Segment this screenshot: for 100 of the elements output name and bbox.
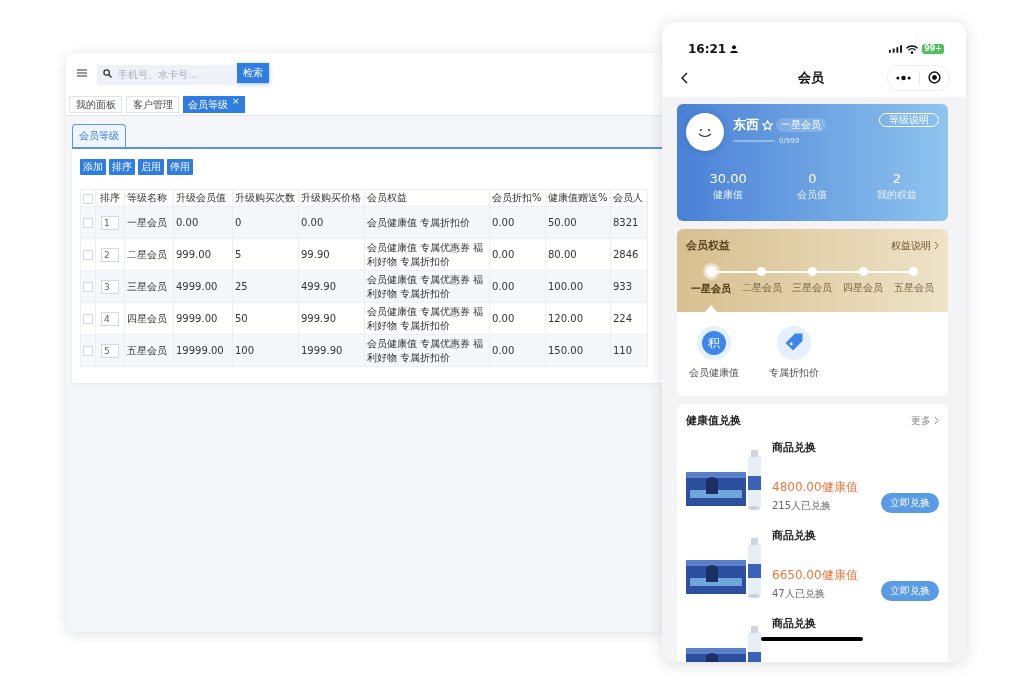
benefits-info-link[interactable]: 权益说明: [891, 238, 939, 253]
table-cell: 80.00: [545, 238, 611, 271]
chevron-icon: [934, 416, 939, 425]
column-header: 会员权益: [364, 189, 490, 207]
stat-label: 我的权益: [876, 188, 917, 202]
page-title: 会员: [796, 68, 825, 87]
section-title: 会员权益: [686, 238, 730, 253]
product-title: 商品兑换: [772, 440, 817, 455]
more-link[interactable]: 更多: [911, 413, 939, 428]
redeemed-count: 47人已兑换: [772, 587, 826, 601]
tab[interactable]: 客户管理: [126, 96, 179, 113]
table-cell: 499.90: [298, 270, 365, 303]
tab[interactable]: 会员等级 ×: [183, 96, 245, 113]
clock: 16:21: [688, 42, 727, 56]
checkbox[interactable]: [83, 314, 93, 324]
table-cell: 五星会员: [124, 334, 174, 367]
column-header: 会员折扣%: [489, 189, 546, 207]
target-icon[interactable]: [928, 71, 941, 84]
toolbar-button[interactable]: 停用: [167, 159, 193, 175]
table-cell: 50: [232, 302, 299, 335]
checkbox[interactable]: [83, 346, 93, 356]
table-cell: 224: [610, 302, 648, 335]
table-cell: 150.00: [545, 334, 611, 367]
table-cell: 1999.90: [298, 334, 365, 367]
table-cell: 100: [232, 334, 299, 367]
table-cell: 99.90: [298, 238, 365, 271]
order-field[interactable]: 5: [101, 343, 119, 358]
column-header: 排序: [95, 189, 125, 207]
level-step[interactable]: 五星会员: [893, 281, 934, 295]
table-cell: 0.00: [489, 270, 546, 303]
level-step[interactable]: 一星会员: [691, 282, 732, 296]
level-badge: 一星会员: [776, 118, 826, 132]
checkbox[interactable]: [83, 282, 93, 292]
more-icon[interactable]: [896, 74, 911, 81]
product-price: 4800.00健康值: [772, 479, 858, 496]
signal-icon: [889, 45, 903, 53]
stat-value: 30.00: [709, 171, 747, 186]
table-cell: 会员健康值 专属折扣价: [364, 206, 490, 239]
level-step[interactable]: 四星会员: [843, 281, 884, 295]
toolbar-button[interactable]: 排序: [109, 159, 135, 175]
tab[interactable]: 会员等级: [72, 124, 126, 147]
redeem-button[interactable]: 立即兑换: [881, 493, 939, 513]
product-title: 商品兑换: [772, 528, 817, 543]
table-cell: 0.00: [298, 206, 365, 239]
table-cell: 会员健康值 专属优惠券 福利好物 专属折扣价: [364, 238, 490, 271]
column-header: 升级购买价格: [298, 189, 365, 207]
chevron-icon: [934, 241, 939, 250]
battery-indicator: 99+: [922, 44, 944, 54]
column-header: 健康值赠送%: [545, 189, 611, 207]
table-cell: 会员健康值 专属优惠券 福利好物 专属折扣价: [364, 302, 490, 335]
table-cell: 2846: [610, 238, 648, 271]
checkbox[interactable]: [83, 250, 93, 260]
table-cell: 100.00: [545, 270, 611, 303]
person-icon: [730, 45, 739, 53]
table-cell: 会员健康值 专属优惠券 福利好物 专属折扣价: [364, 334, 490, 367]
tab[interactable]: 我的面板: [69, 96, 122, 113]
avatar-icon: [686, 113, 724, 151]
table-cell: 5: [232, 238, 299, 271]
table-cell: 9999.00: [173, 302, 233, 335]
table-cell: 四星会员: [124, 302, 174, 335]
checkbox[interactable]: [83, 193, 93, 204]
redeemed-count: 215人已兑换: [772, 499, 833, 513]
column-header: 升级购买次数: [232, 189, 299, 207]
toolbar-button[interactable]: 启用: [138, 159, 164, 175]
order-field[interactable]: 1: [101, 215, 119, 230]
member-name: 东西: [733, 116, 759, 134]
table-cell: 0.00: [489, 206, 546, 239]
table-cell: 25: [232, 270, 299, 303]
search-button[interactable]: 检索: [237, 63, 269, 83]
table-cell: 4999.00: [173, 270, 233, 303]
column-header: 会员人: [610, 189, 648, 207]
menu-icon[interactable]: [77, 69, 87, 77]
stat-value: 0: [808, 171, 817, 186]
stat-label: 健康值: [713, 188, 744, 202]
table-cell: 999.00: [173, 238, 233, 271]
checkbox[interactable]: [83, 218, 93, 228]
table-cell: 933: [610, 270, 648, 303]
table-cell: 50.00: [545, 206, 611, 239]
benefit-icon: 积: [697, 326, 731, 360]
table-cell: 0.00: [489, 302, 546, 335]
redeem-button[interactable]: 立即兑换: [881, 581, 939, 601]
star-icon: [762, 119, 773, 131]
search-field[interactable]: 手机号、水卡号...: [97, 64, 237, 85]
order-field[interactable]: 3: [101, 279, 119, 294]
back-icon[interactable]: [681, 71, 688, 84]
table-cell: 8321: [610, 206, 648, 239]
stat-value: 2: [892, 171, 901, 186]
table-cell: 110: [610, 334, 648, 367]
table-cell: 二星会员: [124, 238, 174, 271]
table-cell: 0.00: [173, 206, 233, 239]
order-field[interactable]: 2: [101, 247, 119, 262]
toolbar-button[interactable]: 添加: [80, 159, 106, 175]
table-cell: 120.00: [545, 302, 611, 335]
tab-close-button[interactable]: ×: [232, 97, 240, 106]
benefit-label: 专属折扣价: [769, 366, 819, 380]
table-cell: 0.00: [489, 238, 546, 271]
level-step[interactable]: 三星会员: [792, 281, 833, 295]
section-title: 健康值兑换: [686, 413, 741, 428]
order-field[interactable]: 4: [101, 311, 119, 326]
column-header: 等级名称: [124, 189, 174, 207]
